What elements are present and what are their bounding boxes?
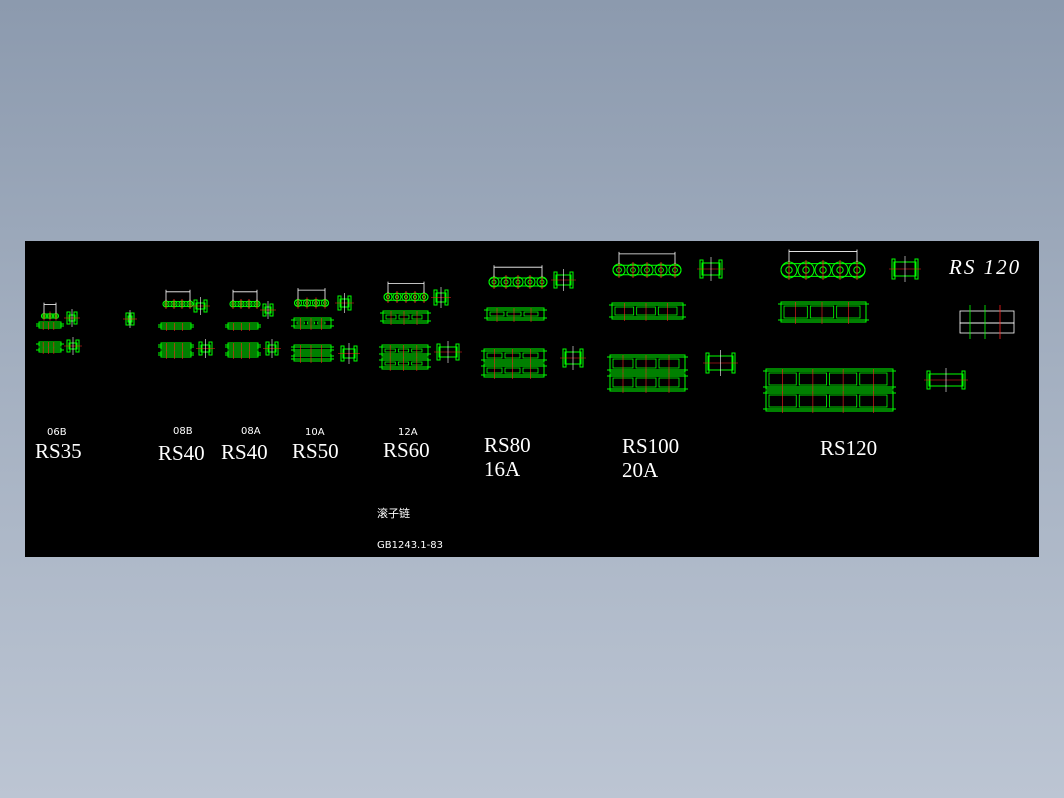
detail-outline <box>959 310 1015 324</box>
corner-title: RS 120 <box>949 255 1022 279</box>
plate-row <box>293 353 332 362</box>
series-rs60: RS60 <box>383 438 430 462</box>
code-12a: 12A <box>398 427 418 438</box>
plate-row <box>160 322 192 330</box>
series-rs80: RS80 <box>484 433 531 457</box>
series-rs100: RS100 <box>622 434 680 458</box>
series-rs120: RS120 <box>820 436 878 460</box>
plate-row <box>780 301 867 323</box>
series-rs50: RS50 <box>292 439 339 463</box>
series-rs40-08a: RS40 <box>221 440 268 464</box>
plate-row <box>227 322 259 330</box>
plate-row <box>38 321 62 329</box>
code-06b: 06B <box>47 427 67 438</box>
plate-row <box>227 342 259 350</box>
plate-row <box>227 350 259 358</box>
series-rs40-08b: RS40 <box>158 441 205 465</box>
plate-row <box>160 342 192 350</box>
code-10a: 10A <box>305 427 325 438</box>
standard-code: GB1243.1-83 <box>377 540 443 551</box>
cad-drawing-sheet[interactable]: RS 120 06B RS35 08B RS40 08A RS40 10A RS… <box>25 241 1039 557</box>
plate-row <box>160 350 192 358</box>
plate-row <box>609 373 686 392</box>
code-08a: 08A <box>241 426 261 437</box>
detail-outline <box>959 322 1015 334</box>
code-16a: 16A <box>484 457 521 481</box>
plate-row <box>293 344 332 353</box>
standard-name: 滚子链 <box>377 507 410 520</box>
code-08b: 08B <box>173 426 193 437</box>
plate-row <box>609 354 686 373</box>
chain-drawings <box>36 249 1015 413</box>
code-20a: 20A <box>622 458 659 482</box>
series-rs35: RS35 <box>35 439 82 463</box>
